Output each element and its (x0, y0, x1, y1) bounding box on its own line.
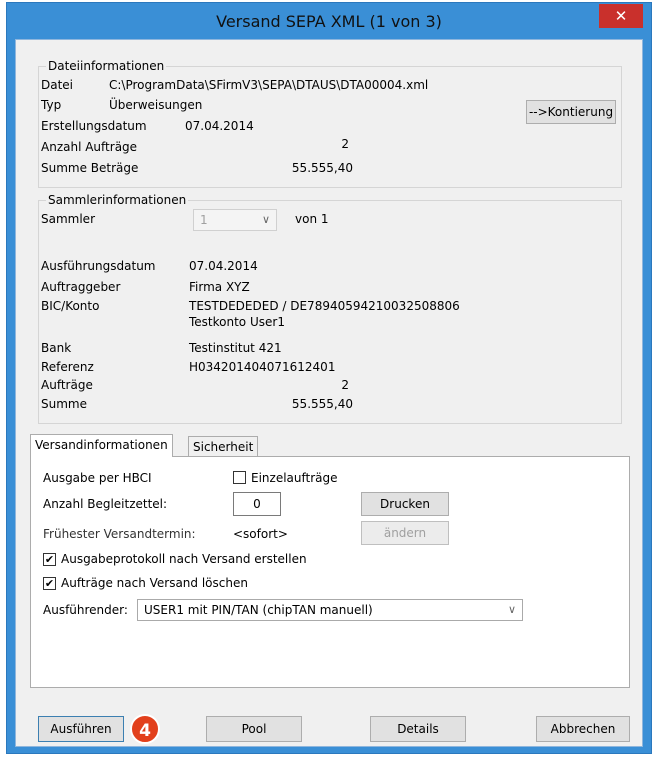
bank-label: Bank (41, 341, 72, 355)
einzel-label: Einzelaufträge (251, 471, 338, 485)
step-badge: 4 (130, 714, 160, 744)
erstellungsdatum-label: Erstellungsdatum (41, 119, 147, 133)
drucken-button[interactable]: Drucken (361, 492, 449, 516)
versand-tab-panel: Ausgabe per HBCI Einzelaufträge Anzahl B… (30, 456, 630, 688)
ausfuehrungsdatum-value: 07.04.2014 (189, 259, 258, 273)
auftraege-label: Aufträge (41, 378, 93, 392)
von-label: von 1 (295, 212, 329, 226)
referenz-label: Referenz (41, 360, 94, 374)
close-icon: ✕ (614, 7, 628, 25)
pool-button[interactable]: Pool (206, 716, 302, 742)
aendern-button: ändern (361, 521, 449, 545)
bic-label: BIC/Konto (41, 299, 100, 313)
tab-versandinformationen[interactable]: Versandinformationen (30, 434, 173, 457)
auftraggeber-label: Auftraggeber (41, 280, 121, 294)
dialog-client: Dateiinformationen Datei C:\ProgramData\… (15, 39, 643, 747)
frueh-value: <sofort> (233, 527, 288, 541)
auftraege-value: 2 (341, 378, 349, 392)
begleit-label: Anzahl Begleitzettel: (43, 497, 168, 511)
erstellungsdatum-value: 07.04.2014 (185, 119, 254, 133)
typ-value: Überweisungen (109, 98, 203, 112)
ausfuehrungsdatum-label: Ausführungsdatum (41, 259, 156, 273)
kontierung-button[interactable]: -->Kontierung (526, 100, 616, 124)
tab-sicherheit[interactable]: Sicherheit (188, 436, 259, 456)
collector-info-group: Sammlerinformationen Sammler 1 ∨ von 1 A… (38, 193, 622, 424)
summe-value: 55.555,40 (291, 161, 353, 175)
summe-value-collector: 55.555,40 (291, 397, 353, 411)
loeschen-label: Aufträge nach Versand löschen (61, 576, 248, 590)
protokoll-label: Ausgabeprotokoll nach Versand erstellen (61, 552, 307, 566)
protokoll-checkbox[interactable]: ✔ (43, 553, 56, 566)
collector-info-legend: Sammlerinformationen (46, 193, 189, 207)
datei-value: C:\ProgramData\SFirmV3\SEPA\DTAUS\DTA000… (109, 78, 429, 92)
ausgabe-label: Ausgabe per HBCI (43, 471, 152, 485)
chevron-down-icon: ∨ (261, 213, 270, 226)
frueh-label: Frühester Versandtermin: (43, 527, 196, 541)
ausfuehrender-select[interactable]: USER1 mit PIN/TAN (chipTAN manuell) ∨ (137, 599, 523, 621)
window-title: Versand SEPA XML (1 von 3) (216, 12, 442, 31)
ausfuehren-button[interactable]: Ausführen (38, 716, 124, 742)
file-info-group: Dateiinformationen Datei C:\ProgramData\… (38, 59, 622, 188)
datei-label: Datei (41, 78, 74, 92)
bank-value: Testinstitut 421 (189, 341, 282, 355)
ausfuehrender-value: USER1 mit PIN/TAN (chipTAN manuell) (144, 603, 373, 617)
einzel-checkbox[interactable] (233, 471, 246, 484)
close-button[interactable]: ✕ (599, 4, 643, 28)
dialog-window: Versand SEPA XML (1 von 3) ✕ Dateiinform… (6, 2, 652, 754)
bic-value-line2: Testkonto User1 (189, 315, 285, 329)
begleit-input[interactable]: 0 (233, 492, 281, 516)
sammler-value: 1 (200, 213, 208, 227)
referenz-value: H034201404071612401 (189, 360, 336, 374)
anzahl-value: 2 (341, 137, 349, 151)
abbrechen-button[interactable]: Abbrechen (536, 716, 630, 742)
check-icon: ✔ (44, 553, 55, 566)
bic-value: TESTDEDEDED / DE78940594210032508806 (189, 299, 460, 313)
chevron-down-icon: ∨ (507, 603, 516, 616)
typ-label: Typ (41, 98, 62, 112)
title-bar[interactable]: Versand SEPA XML (1 von 3) ✕ (7, 3, 651, 39)
auftraggeber-value: Firma XYZ (189, 280, 250, 294)
details-button[interactable]: Details (370, 716, 466, 742)
anzahl-label: Anzahl Aufträge (41, 140, 138, 154)
sammler-label: Sammler (41, 212, 95, 226)
file-info-legend: Dateiinformationen (46, 59, 167, 73)
loeschen-checkbox[interactable]: ✔ (43, 577, 56, 590)
ausfuehrender-label: Ausführender: (43, 603, 128, 617)
check-icon: ✔ (44, 577, 55, 590)
summe-label-collector: Summe (41, 397, 87, 411)
sammler-select: 1 ∨ (193, 209, 277, 231)
summe-label: Summe Beträge (41, 161, 139, 175)
